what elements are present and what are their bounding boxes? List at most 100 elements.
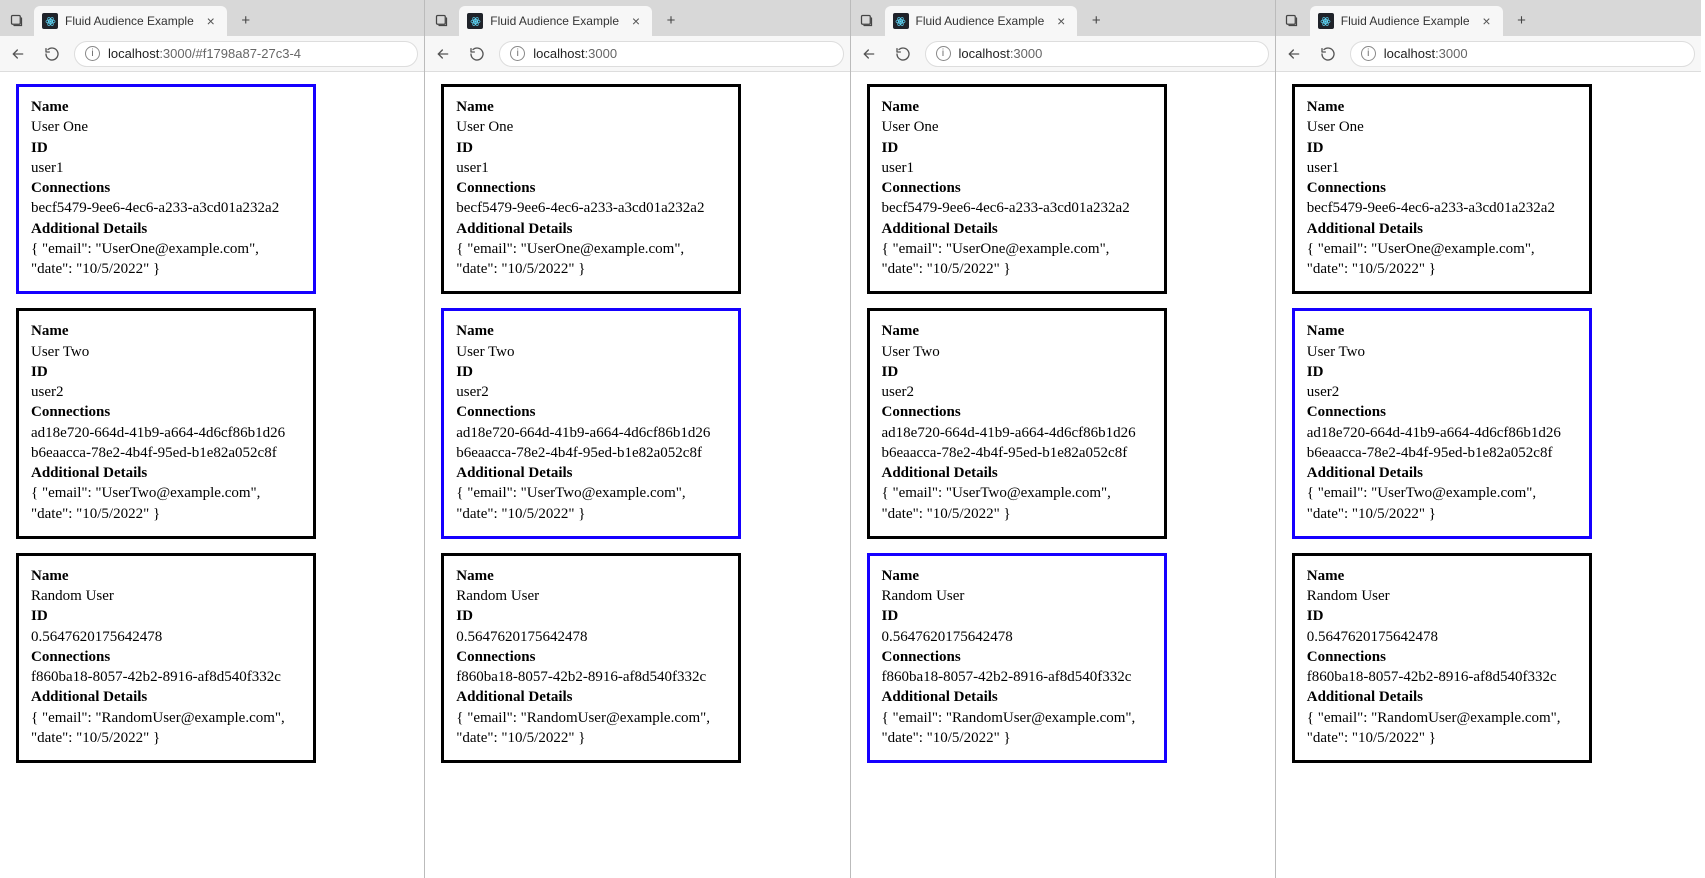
additional-details-label: Additional Details — [882, 687, 1152, 707]
new-tab-button[interactable]: + — [658, 7, 684, 33]
url-text: localhost:3000/#f1798a87-27c3-4 — [108, 46, 301, 61]
toolbar: i localhost:3000/#f1798a87-27c3-4 — [0, 36, 424, 72]
user-card[interactable]: NameUser TwoIDuser2Connectionsad18e720-6… — [441, 308, 741, 539]
new-tab-button[interactable]: + — [233, 7, 259, 33]
browser-tab[interactable]: Fluid Audience Example × — [1310, 6, 1503, 36]
browser-tab[interactable]: Fluid Audience Example × — [34, 6, 227, 36]
name-value: Random User — [456, 586, 726, 606]
toolbar: ilocalhost:3000 — [425, 36, 849, 72]
id-value: 0.5647620175642478 — [456, 627, 726, 647]
name-value: User One — [882, 117, 1152, 137]
id-value: user2 — [1307, 382, 1577, 402]
tabs-overview-button[interactable] — [4, 8, 28, 32]
site-info-icon[interactable]: i — [85, 46, 100, 61]
site-info-icon[interactable]: i — [936, 46, 951, 61]
browser-window: Fluid Audience Example × + ilocalhost:3000 N… — [1276, 0, 1701, 878]
id-label: ID — [1307, 606, 1577, 626]
connections-label: Connections — [456, 647, 726, 667]
user-card[interactable]: NameUser OneIDuser1Connectionsbecf5479-9… — [441, 84, 741, 294]
additional-details-value: { "email": "UserOne@example.com", "date"… — [456, 239, 726, 280]
name-value: User One — [31, 117, 301, 137]
connection-value: f860ba18-8057-42b2-8916-af8d540f332c — [456, 667, 726, 687]
additional-details-label: Additional Details — [456, 463, 726, 483]
user-card[interactable]: NameUser TwoIDuser2Connectionsad18e720-6… — [867, 308, 1167, 539]
url-bar[interactable]: i localhost:3000/#f1798a87-27c3-4 — [74, 41, 418, 67]
tab-title: Fluid Audience Example — [1341, 14, 1470, 28]
user-card[interactable]: NameUser TwoIDuser2Connectionsad18e720-6… — [16, 308, 316, 539]
back-button[interactable] — [857, 42, 881, 66]
browser-window: Fluid Audience Example×+ ilocalhost:3000 N… — [425, 0, 850, 878]
connection-value: ad18e720-664d-41b9-a664-4d6cf86b1d26 — [882, 423, 1152, 443]
url-bar[interactable]: ilocalhost:3000 — [925, 41, 1269, 67]
new-tab-button[interactable]: + — [1083, 7, 1109, 33]
tab-close-icon[interactable]: × — [203, 13, 219, 29]
id-value: user2 — [31, 382, 301, 402]
tab-close-icon[interactable]: × — [1479, 13, 1495, 29]
tabs-overview-button[interactable] — [855, 8, 879, 32]
additional-details-value: { "email": "UserOne@example.com", "date"… — [882, 239, 1152, 280]
connections-label: Connections — [882, 178, 1152, 198]
user-card[interactable]: NameUser TwoIDuser2Connectionsad18e720-6… — [1292, 308, 1592, 539]
connection-value: ad18e720-664d-41b9-a664-4d6cf86b1d26 — [1307, 423, 1577, 443]
id-label: ID — [456, 362, 726, 382]
url-bar[interactable]: ilocalhost:3000 — [499, 41, 843, 67]
url-bar[interactable]: ilocalhost:3000 — [1350, 41, 1695, 67]
refresh-button[interactable] — [1316, 42, 1340, 66]
connection-value: b6eaacca-78e2-4b4f-95ed-b1e82a052c8f — [456, 443, 726, 463]
tabs-overview-button[interactable] — [429, 8, 453, 32]
user-card[interactable]: NameRandom UserID0.5647620175642478Conne… — [441, 553, 741, 763]
name-value: User One — [1307, 117, 1577, 137]
id-label: ID — [456, 606, 726, 626]
id-label: ID — [882, 138, 1152, 158]
connection-value: f860ba18-8057-42b2-8916-af8d540f332c — [31, 667, 301, 687]
id-label: ID — [31, 138, 301, 158]
tab-title: Fluid Audience Example — [65, 14, 194, 28]
browser-window: Fluid Audience Example×+ ilocalhost:3000 N… — [851, 0, 1276, 878]
user-card[interactable]: NameRandom UserID0.5647620175642478Conne… — [16, 553, 316, 763]
additional-details-label: Additional Details — [31, 219, 301, 239]
name-label: Name — [882, 321, 1152, 341]
additional-details-label: Additional Details — [882, 463, 1152, 483]
back-button[interactable] — [1282, 42, 1306, 66]
card-list: NameUser OneIDuser1Connectionsbecf5479-9… — [1276, 72, 1701, 775]
back-button[interactable] — [6, 42, 30, 66]
site-info-icon[interactable]: i — [510, 46, 525, 61]
user-card[interactable]: NameRandom UserID0.5647620175642478Conne… — [867, 553, 1167, 763]
refresh-button[interactable] — [465, 42, 489, 66]
name-label: Name — [1307, 97, 1577, 117]
user-card[interactable]: NameUser OneIDuser1Connectionsbecf5479-9… — [16, 84, 316, 294]
toolbar: ilocalhost:3000 — [1276, 36, 1701, 72]
user-card[interactable]: NameRandom UserID0.5647620175642478Conne… — [1292, 553, 1592, 763]
additional-details-label: Additional Details — [1307, 687, 1577, 707]
react-favicon-icon — [467, 13, 483, 29]
browser-tab[interactable]: Fluid Audience Example× — [885, 6, 1078, 36]
additional-details-label: Additional Details — [882, 219, 1152, 239]
additional-details-value: { "email": "RandomUser@example.com", "da… — [31, 708, 301, 749]
id-value: user2 — [456, 382, 726, 402]
refresh-button[interactable] — [891, 42, 915, 66]
user-card[interactable]: NameUser OneIDuser1Connectionsbecf5479-9… — [1292, 84, 1592, 294]
user-card[interactable]: NameUser OneIDuser1Connectionsbecf5479-9… — [867, 84, 1167, 294]
tabs-overview-button[interactable] — [1280, 8, 1304, 32]
id-value: 0.5647620175642478 — [31, 627, 301, 647]
id-label: ID — [1307, 362, 1577, 382]
id-label: ID — [31, 606, 301, 626]
tab-strip: Fluid Audience Example × + — [0, 0, 424, 36]
react-favicon-icon — [42, 13, 58, 29]
browser-tab[interactable]: Fluid Audience Example× — [459, 6, 652, 36]
additional-details-value: { "email": "UserTwo@example.com", "date"… — [31, 483, 301, 524]
site-info-icon[interactable]: i — [1361, 46, 1376, 61]
refresh-button[interactable] — [40, 42, 64, 66]
additional-details-label: Additional Details — [31, 463, 301, 483]
name-label: Name — [31, 97, 301, 117]
tab-close-icon[interactable]: × — [628, 13, 644, 29]
back-button[interactable] — [431, 42, 455, 66]
connections-label: Connections — [882, 402, 1152, 422]
name-label: Name — [456, 97, 726, 117]
connections-label: Connections — [31, 647, 301, 667]
connection-value: becf5479-9ee6-4ec6-a233-a3cd01a232a2 — [882, 198, 1152, 218]
page-content: NameUser OneIDuser1Connectionsbecf5479-9… — [0, 72, 424, 878]
tab-close-icon[interactable]: × — [1053, 13, 1069, 29]
connection-value: b6eaacca-78e2-4b4f-95ed-b1e82a052c8f — [31, 443, 301, 463]
new-tab-button[interactable]: + — [1509, 7, 1535, 33]
